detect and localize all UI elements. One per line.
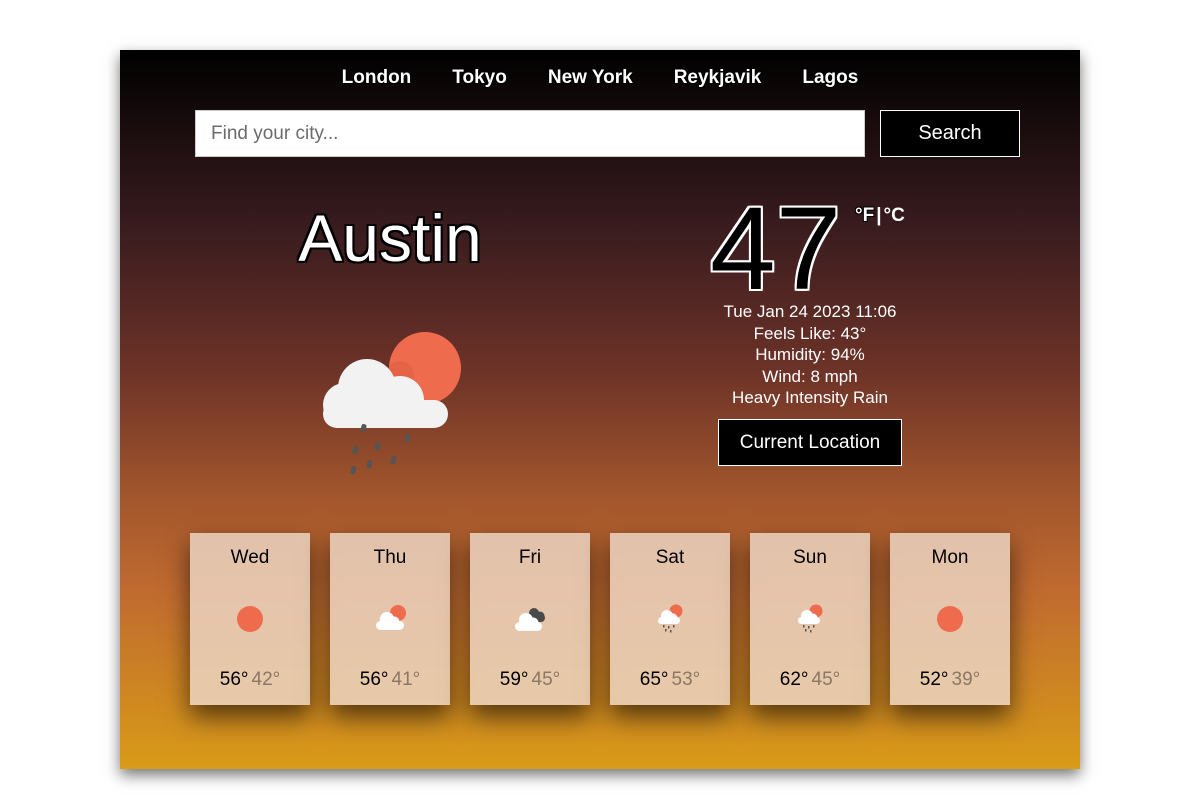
city-link-tokyo[interactable]: Tokyo xyxy=(452,67,507,89)
city-link-reykjavik[interactable]: Reykjavik xyxy=(674,67,762,89)
unit-separator: | xyxy=(876,205,882,226)
forecast-day-card[interactable]: Fri 59° 45° xyxy=(470,533,590,705)
forecast-day-card[interactable]: Wed 56° 42° xyxy=(190,533,310,705)
search-button[interactable]: Search xyxy=(880,110,1020,157)
cloud-sun-icon xyxy=(376,605,406,630)
city-link-london[interactable]: London xyxy=(342,67,412,89)
forecast-high: 56° xyxy=(219,669,249,690)
forecast-temps: 59° 45° xyxy=(470,669,590,691)
rain-cloud-sun-icon xyxy=(658,604,683,633)
feels-like: Feels Like: 43° xyxy=(753,323,867,343)
sun-icon xyxy=(237,606,263,632)
forecast-temps: 56° 41° xyxy=(330,669,450,691)
forecast-list: Wed 56° 42° Thu 56° 41° Fri 59° 45° Sat … xyxy=(190,533,1010,705)
search-input[interactable] xyxy=(195,110,865,157)
forecast-day-card[interactable]: Thu 56° 41° xyxy=(330,533,450,705)
forecast-high: 56° xyxy=(359,669,389,690)
city-link-lagos[interactable]: Lagos xyxy=(802,67,858,89)
current-location-button[interactable]: Current Location xyxy=(718,419,902,466)
weather-details: Tue Jan 24 2023 11:06 Feels Like: 43° Hu… xyxy=(680,301,940,409)
forecast-day-name: Sun xyxy=(793,547,827,568)
temperature-value: 47 xyxy=(710,183,842,315)
forecast-low: 42° xyxy=(251,669,281,690)
forecast-low: 45° xyxy=(811,669,841,690)
city-link-new-york[interactable]: New York xyxy=(548,67,633,89)
forecast-temps: 62° 45° xyxy=(750,669,870,691)
forecast-day-name: Sat xyxy=(655,547,685,568)
humidity: Humidity: 94% xyxy=(755,345,865,365)
forecast-day-name: Thu xyxy=(373,547,407,568)
forecast-temps: 65° 53° xyxy=(610,669,730,691)
rain-cloud-sun-icon xyxy=(798,604,823,633)
forecast-temps: 52° 39° xyxy=(890,669,1010,691)
forecast-high: 59° xyxy=(499,669,529,690)
forecast-low: 53° xyxy=(671,669,701,690)
forecast-day-card[interactable]: Sun 62° 45° xyxy=(750,533,870,705)
forecast-low: 45° xyxy=(531,669,561,690)
datetime: Tue Jan 24 2023 11:06 xyxy=(723,302,897,321)
fahrenheit-toggle[interactable]: °F xyxy=(855,205,874,226)
weather-app: London Tokyo New York Reykjavik Lagos Se… xyxy=(120,50,1080,769)
forecast-high: 52° xyxy=(919,669,949,690)
forecast-temps: 56° 42° xyxy=(190,669,310,691)
wind: Wind: 8 mph xyxy=(762,366,858,386)
forecast-day-card[interactable]: Mon 52° 39° xyxy=(890,533,1010,705)
forecast-day-name: Mon xyxy=(931,547,969,568)
forecast-day-name: Fri xyxy=(518,547,542,568)
city-nav: London Tokyo New York Reykjavik Lagos xyxy=(120,67,1080,89)
cloudy-icon xyxy=(515,608,545,631)
forecast-high: 65° xyxy=(639,669,669,690)
forecast-low: 39° xyxy=(951,669,981,690)
forecast-day-name: Wed xyxy=(230,547,270,568)
celsius-toggle[interactable]: °C xyxy=(884,205,905,226)
forecast-high: 62° xyxy=(779,669,809,690)
forecast-low: 41° xyxy=(391,669,421,690)
weather-description: Heavy Intensity Rain xyxy=(732,388,888,408)
rain-cloud-sun-icon xyxy=(323,332,461,475)
unit-toggle: °F | °C xyxy=(855,205,905,227)
city-name: Austin xyxy=(298,201,482,275)
forecast-day-card[interactable]: Sat 65° 53° xyxy=(610,533,730,705)
sun-icon xyxy=(937,606,963,632)
